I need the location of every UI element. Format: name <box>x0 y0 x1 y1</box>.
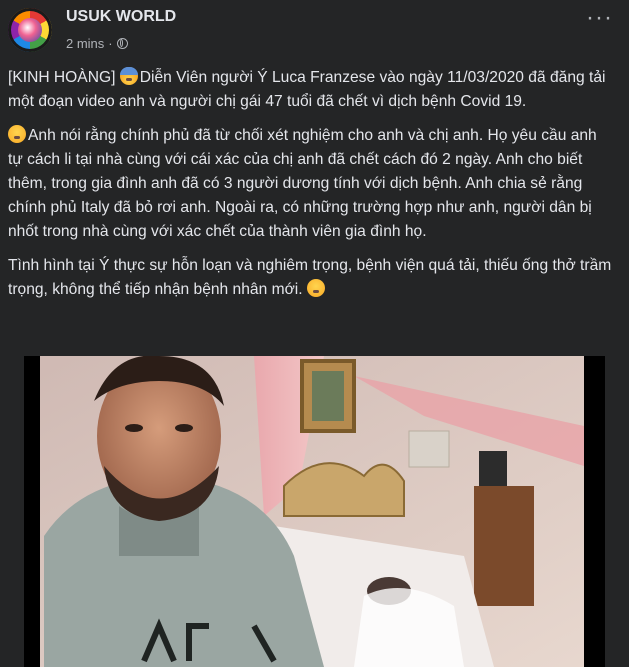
nightstand <box>474 486 534 606</box>
page-name[interactable]: USUK WORLD <box>66 8 176 26</box>
right-eye <box>175 424 193 432</box>
post-header: USUK WORLD 2 mins · ··· <box>0 0 629 60</box>
paragraph-2-text: Anh nói rằng chính phủ đã từ chối xét ng… <box>8 127 597 240</box>
picture-canvas <box>312 371 344 421</box>
post-video[interactable] <box>24 356 605 667</box>
post-card: USUK WORLD 2 mins · ··· [KINH HOÀNG] Diễ… <box>0 0 629 667</box>
globe-icon[interactable] <box>116 38 128 49</box>
sad-face-icon <box>306 279 325 297</box>
right-letterbox <box>584 356 605 667</box>
telephone <box>479 451 507 486</box>
post-paragraph-2: Anh nói rằng chính phủ đã từ chối xét ng… <box>8 124 613 244</box>
post-paragraph-3: Tình hình tại Ý thực sự hỗn loạn và nghi… <box>8 254 613 302</box>
headboard <box>283 462 405 517</box>
video-frame <box>24 356 605 667</box>
tired-face-icon <box>8 125 26 143</box>
left-eye <box>125 424 143 432</box>
post-meta: 2 mins · <box>66 36 128 51</box>
left-letterbox <box>24 356 40 667</box>
headline-tag: [KINH HOÀNG] <box>8 69 120 86</box>
post-text: [KINH HOÀNG] Diễn Viên người Ý Luca Fran… <box>8 66 613 312</box>
post-time[interactable]: 2 mins <box>66 36 104 51</box>
post-paragraph-1: [KINH HOÀNG] Diễn Viên người Ý Luca Fran… <box>8 66 613 114</box>
fearful-face-icon <box>119 67 138 85</box>
page-avatar[interactable] <box>8 8 52 52</box>
wall-clock <box>408 430 450 468</box>
avatar-logo <box>18 18 42 42</box>
meta-separator: · <box>108 36 113 51</box>
more-options-button[interactable]: ··· <box>586 4 613 32</box>
